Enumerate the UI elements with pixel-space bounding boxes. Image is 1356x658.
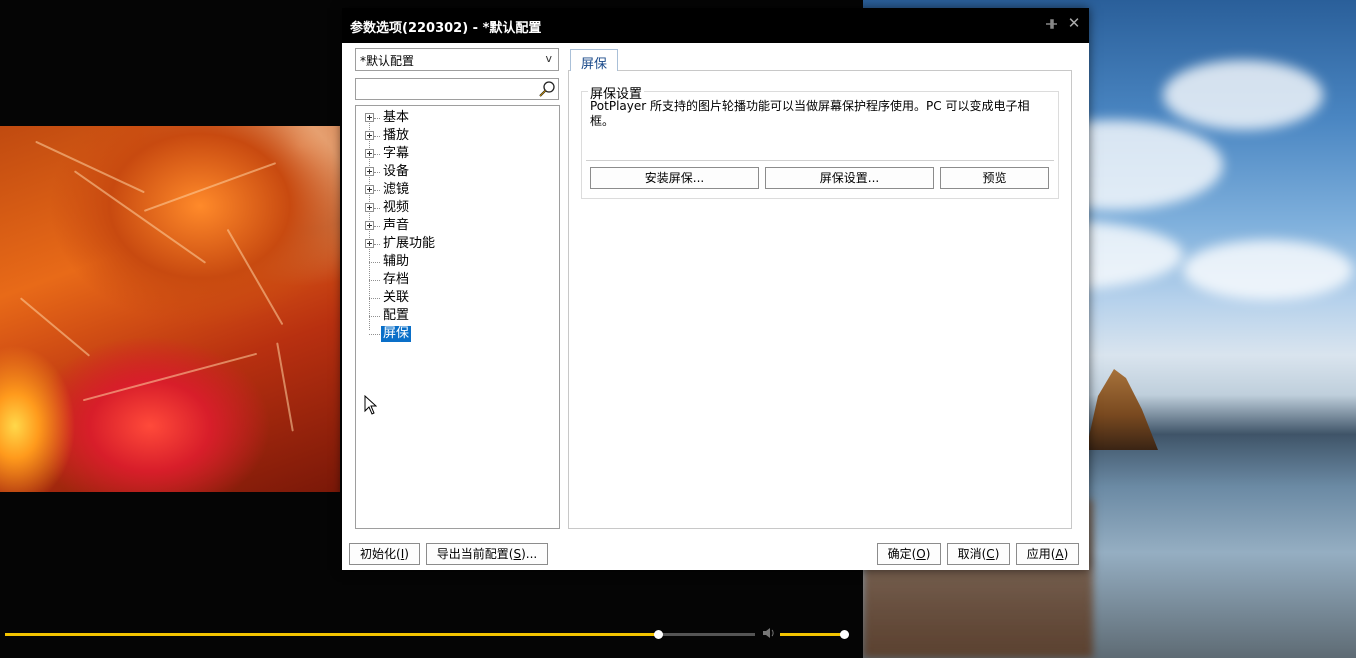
tree-item-label: 辅助 [383, 254, 410, 269]
tab-screensaver[interactable]: 屏保 [570, 49, 618, 72]
tree-item[interactable]: 播放 [356, 127, 556, 145]
export-label-end: )... [521, 547, 538, 561]
seek-thumb[interactable] [653, 630, 663, 639]
preview-button[interactable]: 预览 [940, 167, 1049, 189]
tree-item[interactable]: 屏保 [356, 325, 556, 343]
settings-search-input[interactable] [355, 78, 559, 100]
expand-plus-icon[interactable] [365, 239, 374, 248]
ok-hotkey: O [916, 547, 926, 561]
apply-label: 应用( [1026, 547, 1056, 561]
volume-icon[interactable] [762, 627, 778, 641]
tree-item[interactable]: 滤镜 [356, 181, 556, 199]
tree-item-label: 播放 [383, 128, 410, 143]
cancel-label-end: ) [994, 547, 1000, 561]
groupbox-description: PotPlayer 所支持的图片轮播功能可以当做屏幕保护程序使用。PC 可以变成… [590, 99, 1030, 128]
expand-plus-icon[interactable] [365, 149, 374, 158]
expand-plus-icon[interactable] [365, 167, 374, 176]
tree-item-label: 存档 [383, 272, 410, 287]
tree-item[interactable]: 视频 [356, 199, 556, 217]
search-icon[interactable] [538, 80, 556, 98]
initialize-button[interactable]: 初始化(I) [349, 543, 420, 565]
profile-select[interactable]: *默认配置 v [355, 48, 559, 71]
tree-item[interactable]: 基本 [356, 109, 556, 127]
tree-item[interactable]: 存档 [356, 271, 556, 289]
screensaver-settings-button[interactable]: 屏保设置... [765, 167, 934, 189]
mouse-cursor-icon [364, 395, 377, 415]
seek-bar-fill [5, 633, 658, 636]
apply-button[interactable]: 应用(A) [1016, 543, 1079, 565]
tree-item-label: 扩展功能 [383, 236, 436, 251]
tree-item-label: 字幕 [383, 146, 410, 161]
initialize-label-end: ) [404, 547, 409, 561]
settings-panel: 屏保设置 PotPlayer 所支持的图片轮播功能可以当做屏幕保护程序使用。PC… [568, 70, 1072, 529]
initialize-label: 初始化( [360, 547, 401, 561]
export-hotkey: S [513, 547, 522, 561]
tree-item-label: 基本 [383, 110, 410, 125]
settings-tree[interactable]: 基本播放字幕设备滤镜视频声音扩展功能辅助存档关联配置屏保 [355, 105, 560, 529]
tree-item[interactable]: 扩展功能 [356, 235, 556, 253]
expand-plus-icon[interactable] [365, 131, 374, 140]
tree-item-label: 设备 [383, 164, 410, 179]
volume-thumb[interactable] [840, 630, 849, 639]
close-icon[interactable]: ✕ [1066, 15, 1082, 31]
tree-item[interactable]: 关联 [356, 289, 556, 307]
video-frame[interactable] [0, 126, 340, 492]
expand-plus-icon[interactable] [365, 203, 374, 212]
ok-button[interactable]: 确定(O) [877, 543, 941, 565]
cancel-button[interactable]: 取消(C) [947, 543, 1010, 565]
install-screensaver-button[interactable]: 安装屏保... [590, 167, 759, 189]
separator [586, 160, 1054, 161]
tree-item[interactable]: 配置 [356, 307, 556, 325]
profile-select-value: *默认配置 [360, 54, 415, 68]
dialog-title: 参数选项(220302) - *默认配置 [350, 21, 542, 36]
export-config-button[interactable]: 导出当前配置(S)... [426, 543, 548, 565]
tree-item[interactable]: 声音 [356, 217, 556, 235]
dialog-titlebar[interactable]: 参数选项(220302) - *默认配置 ✕ [342, 8, 1089, 43]
tree-item-label: 滤镜 [383, 182, 410, 197]
cancel-label: 取消( [957, 547, 987, 561]
ok-label: 确定( [887, 547, 917, 561]
preferences-dialog: 参数选项(220302) - *默认配置 ✕ *默认配置 v 基本播放字幕设备滤… [342, 8, 1089, 570]
export-label: 导出当前配置( [436, 547, 514, 561]
apply-hotkey: A [1055, 547, 1064, 561]
screensaver-groupbox: 屏保设置 PotPlayer 所支持的图片轮播功能可以当做屏幕保护程序使用。PC… [581, 83, 1059, 199]
tree-item-label: 声音 [383, 218, 410, 233]
expand-plus-icon[interactable] [365, 221, 374, 230]
expand-plus-icon[interactable] [365, 185, 374, 194]
expand-plus-icon[interactable] [365, 113, 374, 122]
cancel-hotkey: C [986, 547, 995, 561]
tree-item-label: 配置 [383, 308, 410, 323]
seek-bar[interactable] [5, 630, 755, 639]
chevron-down-icon: v [545, 52, 552, 65]
volume-bar[interactable] [780, 633, 844, 636]
tree-item-label: 视频 [383, 200, 410, 215]
tab-label: 屏保 [580, 57, 607, 72]
tree-item[interactable]: 设备 [356, 163, 556, 181]
tree-item-label: 关联 [383, 290, 410, 305]
pin-icon[interactable] [1044, 17, 1058, 31]
tree-item-label: 屏保 [381, 326, 412, 342]
ok-label-end: ) [925, 547, 931, 561]
apply-label-end: ) [1063, 547, 1069, 561]
tree-item[interactable]: 字幕 [356, 145, 556, 163]
tree-item[interactable]: 辅助 [356, 253, 556, 271]
